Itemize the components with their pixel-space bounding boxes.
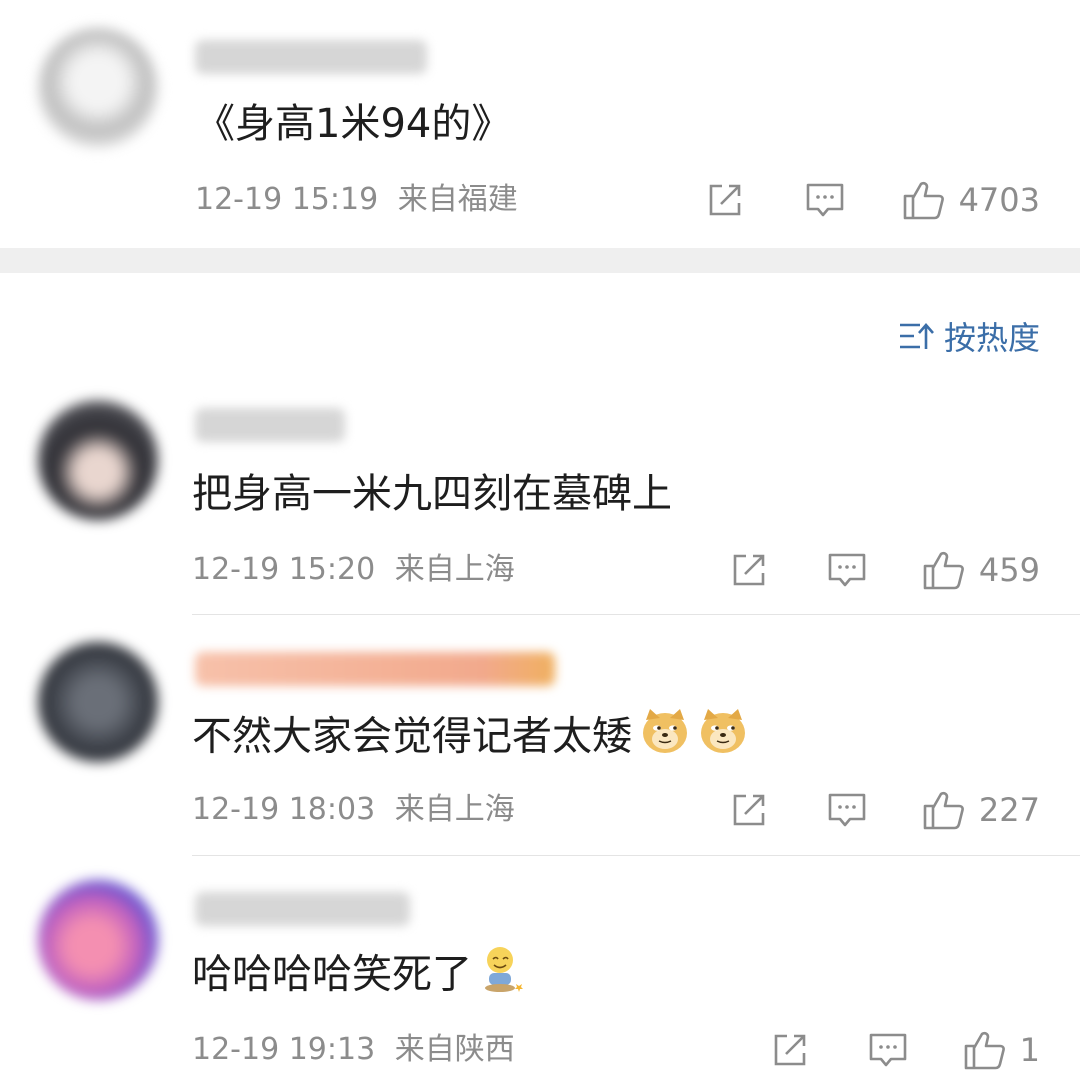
timestamp: 12-19 18:03 bbox=[192, 792, 376, 827]
share-icon bbox=[774, 1034, 805, 1066]
comment-text: 哈哈哈哈笑死了 bbox=[192, 944, 526, 1009]
comment-meta: 12-19 18:03 来自上海 bbox=[192, 790, 515, 830]
post-card: 《身高1米94的》 12-19 15:19 来自福建 4703 bbox=[0, 0, 1080, 248]
comment-icon bbox=[828, 793, 866, 827]
comment-text: 把身高一米九四刻在墓碑上 bbox=[192, 471, 672, 517]
comment-text: 不然大家会觉得记者太矮 bbox=[192, 706, 748, 771]
section-gap bbox=[0, 248, 1080, 273]
location: 来自陕西 bbox=[394, 1032, 515, 1067]
like-button[interactable]: 227 bbox=[921, 788, 1040, 832]
post-actions: 4703 bbox=[705, 176, 1040, 224]
share-icon bbox=[733, 554, 765, 586]
username-blurred[interactable] bbox=[195, 408, 345, 442]
share-button[interactable] bbox=[705, 180, 745, 220]
avatar[interactable] bbox=[38, 642, 158, 762]
share-button[interactable] bbox=[729, 550, 769, 590]
like-button[interactable]: 1 bbox=[962, 1028, 1040, 1072]
username-blurred[interactable] bbox=[195, 40, 427, 74]
like-count: 1 bbox=[1019, 1031, 1040, 1069]
timestamp: 12-19 15:19 bbox=[195, 182, 379, 217]
username-blurred[interactable] bbox=[195, 652, 555, 686]
comment-actions: 1 bbox=[770, 1026, 1040, 1074]
comment-meta: 12-19 15:20 来自上海 bbox=[192, 550, 515, 590]
reply-button[interactable] bbox=[868, 1030, 908, 1070]
share-icon bbox=[733, 794, 765, 826]
doge-emoji bbox=[640, 706, 690, 771]
divider bbox=[192, 855, 1080, 856]
comment-icon bbox=[806, 183, 843, 217]
comment-icon bbox=[869, 1033, 906, 1067]
grin-sitting-emoji bbox=[480, 944, 526, 1009]
location: 来自福建 bbox=[397, 182, 518, 217]
sort-bar: 按热度 bbox=[0, 273, 1080, 373]
comment-icon bbox=[828, 553, 866, 587]
reply-button[interactable] bbox=[827, 550, 867, 590]
share-button[interactable] bbox=[770, 1030, 810, 1070]
avatar[interactable] bbox=[38, 400, 158, 520]
thumbs-up-icon bbox=[923, 791, 964, 830]
avatar[interactable] bbox=[38, 880, 158, 1000]
comment-button[interactable] bbox=[805, 180, 845, 220]
location: 来自上海 bbox=[394, 552, 515, 587]
thumbs-up-icon bbox=[964, 1031, 1005, 1070]
comment-meta: 12-19 19:13 来自陕西 bbox=[192, 1030, 515, 1070]
timestamp: 12-19 19:13 bbox=[192, 1032, 376, 1067]
share-icon bbox=[709, 184, 740, 216]
like-count: 4703 bbox=[958, 181, 1040, 219]
like-count: 459 bbox=[978, 551, 1040, 589]
post-text: 《身高1米94的》 bbox=[195, 101, 512, 147]
like-button[interactable]: 4703 bbox=[901, 178, 1040, 222]
divider bbox=[192, 614, 1080, 615]
thumbs-up-icon bbox=[903, 181, 944, 220]
location: 来自上海 bbox=[394, 792, 515, 827]
thumbs-up-icon bbox=[923, 551, 964, 590]
doge-emoji bbox=[698, 706, 748, 771]
share-button[interactable] bbox=[729, 790, 769, 830]
reply-button[interactable] bbox=[827, 790, 867, 830]
like-button[interactable]: 459 bbox=[921, 548, 1040, 592]
sort-by-hot-button[interactable]: 按热度 bbox=[898, 313, 1040, 359]
sort-icon bbox=[899, 323, 934, 349]
comment-actions: 227 bbox=[729, 786, 1040, 834]
post-meta: 12-19 15:19 来自福建 bbox=[195, 180, 518, 220]
avatar[interactable] bbox=[38, 28, 158, 148]
like-count: 227 bbox=[978, 791, 1040, 829]
sort-label: 按热度 bbox=[943, 319, 1040, 357]
timestamp: 12-19 15:20 bbox=[192, 552, 376, 587]
username-blurred[interactable] bbox=[195, 892, 410, 926]
comment-actions: 459 bbox=[729, 546, 1040, 594]
